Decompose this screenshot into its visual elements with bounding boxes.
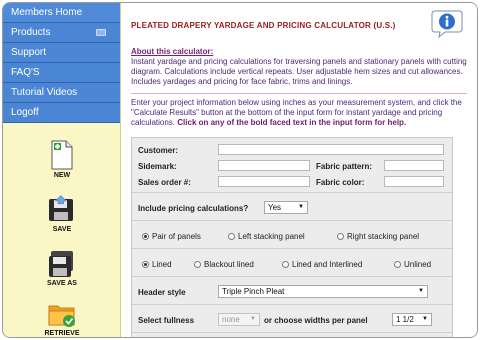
sidebar: Members Home Products Support FAQ'S Tuto… [3,3,121,337]
main-content: About this calculator: Instant yardage a… [121,45,477,337]
save-as-button[interactable]: SAVE AS [39,249,85,287]
radio-label: Lined and Interlined [292,260,363,269]
pricing-select-value: Yes [268,203,282,212]
radio-label: Left stacking panel [238,232,305,241]
nav-logoff[interactable]: Logoff [3,103,120,123]
new-label: NEW [53,172,71,179]
radio-label: Pair of panels [152,232,201,241]
instructions-help-note: Click on any of the bold faced text in t… [177,118,407,127]
retrieve-folder-icon [48,305,75,327]
nav-products[interactable]: Products [3,23,120,43]
fabric-pattern-label[interactable]: Fabric pattern: [316,162,372,171]
radio-label: Lined [152,260,172,269]
radio-blackout-lined[interactable]: Blackout lined [194,260,254,269]
form-separator [132,192,452,193]
fullness-select[interactable]: none ▼ [218,313,260,326]
fabric-color-input[interactable] [384,176,444,187]
radio-lined[interactable]: Lined [142,260,172,269]
radio-label: Right stacking panel [347,232,420,241]
save-floppy-icon [49,195,73,221]
save-as-floppy-icon [49,251,73,277]
save-label: SAVE [52,226,72,233]
content-divider [131,93,467,94]
page-header: PLEATED DRAPERY YARDAGE AND PRICING CALC… [121,3,477,45]
pricing-label[interactable]: Include pricing calculations? [138,204,248,213]
form-separator [132,248,452,249]
form-separator [132,304,452,305]
instructions: Enter your project information below usi… [131,98,467,128]
form-separator [132,332,452,333]
sales-order-input[interactable] [218,176,310,187]
pricing-select[interactable]: Yes ▼ [264,201,308,214]
radio-label: Blackout lined [204,260,254,269]
about-description: Instant yardage and pricing calculations… [131,57,467,86]
radio-icon [337,233,344,240]
save-button[interactable]: SAVE [39,195,85,233]
fabric-color-label[interactable]: Fabric color: [316,178,364,187]
radio-label: Unlined [404,260,432,269]
radio-pair-of-panels[interactable]: Pair of panels [142,232,201,241]
form-separator [132,220,452,221]
save-as-label: SAVE AS [47,280,77,287]
nav-tutorial-videos[interactable]: Tutorial Videos [3,83,120,103]
sales-order-label[interactable]: Sales order #: [138,178,191,187]
widths-per-panel-label[interactable]: or choose widths per panel [264,316,368,325]
customer-label[interactable]: Customer: [138,146,178,155]
radio-selected-icon [142,233,149,240]
chevron-down-icon: ▼ [418,288,424,294]
nav-products-label: Products [11,27,51,38]
header-style-select[interactable]: Triple Pinch Pleat ▼ [218,285,428,298]
info-icon[interactable] [431,9,465,39]
about-calculator-link[interactable]: About this calculator: [131,47,467,56]
radio-right-stacking[interactable]: Right stacking panel [337,232,419,241]
app-window: Members Home Products Support FAQ'S Tuto… [2,2,478,338]
header-style-value: Triple Pinch Pleat [222,287,285,296]
sidemark-input[interactable] [218,160,310,171]
fabric-pattern-input[interactable] [384,160,444,171]
fullness-label[interactable]: Select fullness [138,316,194,325]
radio-icon [282,261,289,268]
sidemark-label[interactable]: Sidemark: [138,162,177,171]
widths-per-panel-select[interactable]: 1 1/2 ▼ [392,313,432,326]
new-button[interactable]: NEW [39,139,85,179]
nav-support[interactable]: Support [3,43,120,63]
customer-input[interactable] [218,144,444,155]
retrieve-button[interactable]: RETRIEVE [39,299,85,337]
page-title: PLEATED DRAPERY YARDAGE AND PRICING CALC… [131,21,396,30]
radio-left-stacking[interactable]: Left stacking panel [228,232,305,241]
chevron-down-icon: ▼ [250,316,256,322]
chevron-down-icon: ▼ [298,204,304,210]
radio-icon [194,261,201,268]
submenu-indicator-icon [96,29,106,36]
radio-unlined[interactable]: Unlined [394,260,431,269]
widths-per-panel-value: 1 1/2 [396,315,414,324]
retrieve-label: RETRIEVE [44,330,80,337]
form-separator [132,276,452,277]
nav-faqs[interactable]: FAQ'S [3,63,120,83]
radio-icon [228,233,235,240]
radio-selected-icon [142,261,149,268]
radio-lined-interlined[interactable]: Lined and Interlined [282,260,362,269]
nav-members-home[interactable]: Members Home [3,3,120,23]
fullness-value: none [222,315,240,324]
radio-icon [394,261,401,268]
header-style-label[interactable]: Header style [138,288,186,297]
chevron-down-icon: ▼ [422,316,428,322]
new-document-icon [51,140,73,170]
input-form: Customer: Sidemark: Fabric pattern: Sale… [131,137,453,337]
